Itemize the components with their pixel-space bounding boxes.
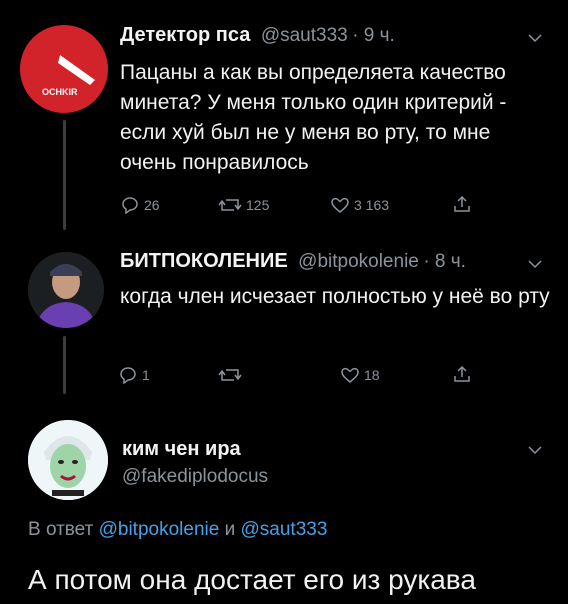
retweet-icon [218,199,242,211]
tweet-text: Пацаны а как вы определяета качество мин… [120,61,507,174]
tweet-time[interactable]: · 8 ч. [423,251,466,272]
share-button[interactable] [452,364,472,384]
like-count: 18 [364,367,380,383]
reply-prefix: В ответ [28,519,94,540]
share-button[interactable] [452,194,472,214]
tweet-2[interactable]: БИТПОКОЛЕНИЕ @bitpokolenie · 8 ч. когда … [0,240,568,400]
chevron-down-icon[interactable] [528,442,542,458]
reply-icon [122,197,138,214]
retweet-icon [218,369,242,381]
reply-mention-2[interactable]: @saut333 [241,519,328,540]
author-name[interactable]: БИТПОКОЛЕНИЕ [120,250,288,272]
tweet-text: когда член исчезает полностью у неё во р… [120,285,550,308]
share-icon [454,365,470,382]
main-tweet[interactable]: ким чен ира @fakediplodocus В ответ @bit… [0,400,568,604]
retweet-count: 125 [246,197,270,213]
reply-count: 26 [144,197,160,213]
author-handle[interactable]: @saut333 [261,25,348,46]
chevron-down-icon[interactable] [528,30,542,46]
reply-button[interactable]: 1 [118,366,150,384]
like-button[interactable]: 18 [340,366,380,384]
avatar-fakediplodocus[interactable] [28,420,108,500]
reply-mention-1[interactable]: @bitpokolenie [99,519,220,540]
reply-icon [120,367,136,384]
chevron-down-icon[interactable] [528,256,542,272]
retweet-button[interactable]: 125 [218,196,269,214]
avatar-logo-text: OCHKIR [42,87,78,97]
reply-joiner: и [224,519,236,540]
tweet-1[interactable]: OCHKIR Детектор пса @saut333 · 9 ч. Паца… [0,0,568,240]
avatar-logo [40,55,96,106]
avatar-detektor[interactable]: OCHKIR [20,25,108,113]
author-name[interactable]: ким чен ира [122,438,241,461]
like-count: 3 163 [354,197,390,213]
tweet-time[interactable]: · 9 ч. [352,25,395,46]
author-handle[interactable]: @bitpokolenie [298,251,419,272]
like-icon [341,367,359,383]
avatar-photo [28,420,108,500]
reply-context: В ответ @bitpokolenie и @saut333 [28,519,327,541]
thread-line [63,336,66,394]
retweet-button[interactable] [218,366,246,384]
thread-line [63,120,66,230]
avatar-photo [28,252,104,328]
tweet-text: А потом она достает его из рукава [28,564,476,595]
reply-button[interactable]: 26 [120,196,160,214]
author-handle[interactable]: @fakediplodocus [122,466,268,488]
author-name[interactable]: Детектор пса [120,24,250,46]
share-icon [454,195,470,212]
like-icon [331,197,349,213]
avatar-bitpokolenie[interactable] [28,252,104,328]
like-button[interactable]: 3 163 [330,196,389,214]
reply-count: 1 [142,367,150,383]
